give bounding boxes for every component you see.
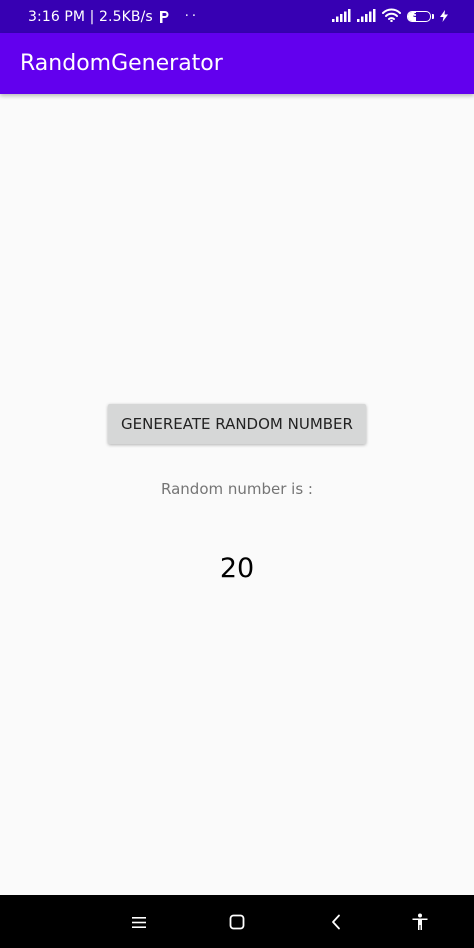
notification-dots: ·· bbox=[184, 9, 200, 24]
signal-icon-2 bbox=[357, 7, 376, 26]
battery-icon: 37 bbox=[407, 11, 434, 22]
wifi-icon bbox=[382, 7, 401, 26]
app-bar: RandomGenerator bbox=[0, 33, 474, 94]
generate-random-number-button[interactable]: GENEREATE RANDOM NUMBER bbox=[108, 404, 366, 444]
battery-cap bbox=[432, 14, 434, 19]
result-label: Random number is : bbox=[161, 480, 313, 498]
battery-body: 37 bbox=[407, 11, 431, 22]
app-title: RandomGenerator bbox=[20, 51, 223, 76]
back-icon[interactable] bbox=[319, 905, 353, 939]
accessibility-icon[interactable] bbox=[403, 905, 437, 939]
status-bar: 3:16 PM | 2.5KB/s ·· 37 bbox=[0, 0, 474, 33]
status-left: 3:16 PM | 2.5KB/s ·· bbox=[28, 9, 199, 25]
charging-icon bbox=[440, 7, 448, 26]
navigation-bar bbox=[0, 895, 474, 948]
status-time-speed: 3:16 PM | 2.5KB/s bbox=[28, 8, 153, 25]
signal-icon-1 bbox=[332, 7, 351, 26]
home-icon[interactable] bbox=[220, 905, 254, 939]
menu-icon[interactable] bbox=[122, 905, 156, 939]
status-right: 37 bbox=[332, 7, 448, 26]
result-value: 20 bbox=[219, 553, 255, 584]
battery-level: 37 bbox=[412, 11, 426, 20]
parking-notification-icon bbox=[159, 10, 169, 24]
